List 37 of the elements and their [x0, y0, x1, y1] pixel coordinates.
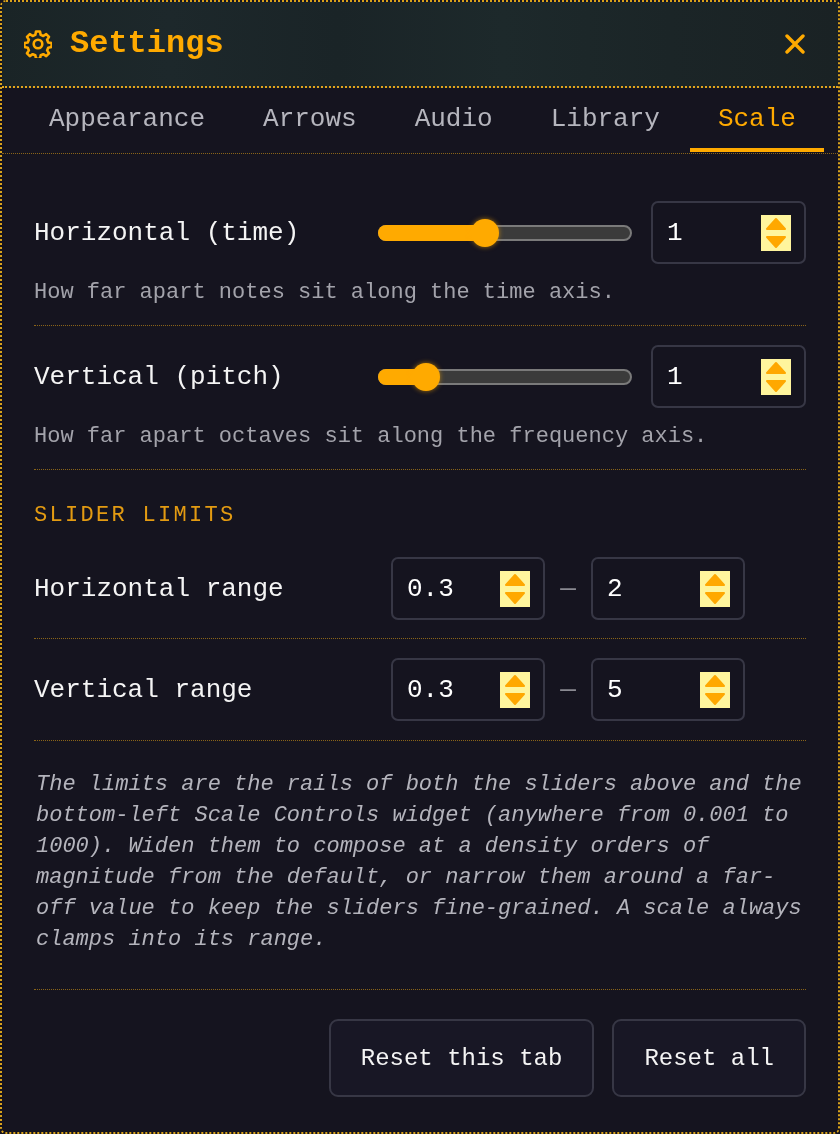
range-separator: —	[559, 674, 577, 705]
stepper-icon[interactable]	[761, 358, 791, 395]
tab[interactable]: Scale	[689, 88, 824, 152]
section-heading: SLIDER LIMITS	[34, 502, 237, 530]
close-icon	[785, 34, 805, 54]
reset-button[interactable]: Reset this tab	[328, 1019, 595, 1097]
slider-track[interactable]	[378, 362, 632, 391]
number-field[interactable]: 1	[651, 345, 806, 408]
stepper-icon[interactable]	[500, 570, 530, 607]
note-paragraph: The limits are the rails of both the sliders above and the bottom-left Scale Controls widget (anywhere from 0.001 to 1000). Widen them to compose at a density orders of magnitude from the default, or narrow them around a far-off value to keep the sliders fine-grained. A scale always clamps into its range.	[36, 771, 803, 954]
tab[interactable]: Audio	[386, 88, 521, 152]
min-field[interactable]: 0.3	[391, 557, 545, 620]
tab[interactable]: Library	[522, 88, 688, 152]
range-separator: —	[559, 573, 577, 604]
tab[interactable]: Arrows	[235, 88, 385, 152]
slider-thumb[interactable]	[411, 362, 440, 391]
setting-description: How far apart octaves sit along the frequency axis.	[34, 423, 709, 451]
slider-thumb[interactable]	[470, 218, 499, 247]
setting-label: Vertical (pitch)	[34, 361, 285, 392]
close-button[interactable]	[784, 33, 806, 55]
stepper-icon[interactable]	[700, 570, 730, 607]
stepper-icon[interactable]	[700, 671, 730, 708]
setting-description: How far apart notes sit along the time axis.	[34, 279, 616, 307]
setting-label: Horizontal (time)	[34, 217, 301, 248]
settings-icon	[24, 30, 52, 58]
reset-button[interactable]: Reset all	[612, 1019, 806, 1097]
range-label: Vertical range	[34, 674, 254, 705]
min-field[interactable]: 0.3	[391, 658, 545, 721]
window-title: Settings	[70, 24, 224, 64]
stepper-icon[interactable]	[500, 671, 530, 708]
slider-track[interactable]	[378, 218, 632, 247]
number-field[interactable]: 1	[651, 201, 806, 264]
max-field[interactable]: 5	[591, 658, 745, 721]
max-field[interactable]: 2	[591, 557, 745, 620]
tab[interactable]: Appearance	[21, 88, 234, 152]
stepper-icon[interactable]	[761, 214, 791, 251]
range-label: Horizontal range	[34, 573, 285, 604]
